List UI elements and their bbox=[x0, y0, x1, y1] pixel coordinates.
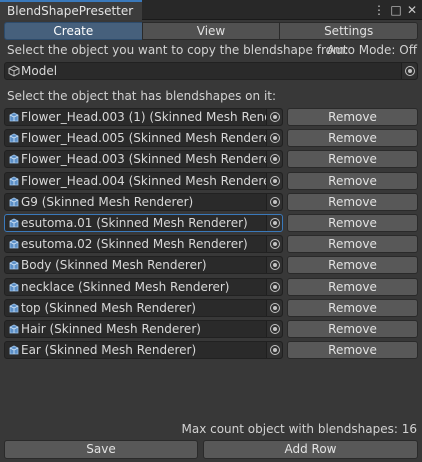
tab-create[interactable]: Create bbox=[4, 22, 143, 40]
object-picker-icon[interactable] bbox=[266, 236, 282, 253]
target-object-value: Hair (Skinned Mesh Renderer) bbox=[21, 321, 201, 336]
remove-button[interactable]: Remove bbox=[287, 277, 418, 296]
target-object-field[interactable]: G9 (Skinned Mesh Renderer) bbox=[4, 192, 283, 211]
target-object-field[interactable]: esutoma.01 (Skinned Mesh Renderer) bbox=[4, 213, 283, 232]
object-picker-icon[interactable] bbox=[266, 130, 282, 147]
target-row: Hair (Skinned Mesh Renderer) Remove bbox=[4, 319, 418, 341]
target-object-value: Flower_Head.005 (Skinned Mesh Renderer) bbox=[21, 131, 267, 146]
targets-prompt-label: Select the object that has blendshapes o… bbox=[7, 89, 277, 103]
target-row: necklace (Skinned Mesh Renderer) Remove bbox=[4, 277, 418, 299]
target-object-value: necklace (Skinned Mesh Renderer) bbox=[21, 279, 230, 294]
target-row: G9 (Skinned Mesh Renderer) Remove bbox=[4, 192, 418, 214]
max-count-label: Max count object with blendshapes: 16 bbox=[181, 422, 417, 436]
object-picker-icon[interactable] bbox=[266, 172, 282, 189]
target-object-value: esutoma.02 (Skinned Mesh Renderer) bbox=[21, 237, 248, 252]
target-object-value: Body (Skinned Mesh Renderer) bbox=[21, 258, 207, 273]
object-picker-icon[interactable] bbox=[266, 214, 282, 231]
skinned-mesh-renderer-icon bbox=[9, 112, 19, 122]
target-row: Flower_Head.003 (Skinned Mesh Renderer) R… bbox=[4, 150, 418, 171]
object-picker-icon[interactable] bbox=[266, 193, 282, 210]
more-options-icon[interactable]: ⋮ bbox=[372, 1, 386, 19]
target-row: Flower_Head.004 (Skinned Mesh Renderer) R… bbox=[4, 171, 418, 193]
skinned-mesh-renderer-icon bbox=[9, 154, 19, 164]
skinned-mesh-renderer-icon bbox=[9, 303, 19, 313]
skinned-mesh-renderer-icon bbox=[9, 345, 19, 355]
skinned-mesh-renderer-icon bbox=[9, 260, 19, 270]
target-row: top (Skinned Mesh Renderer) Remove bbox=[4, 298, 418, 320]
tab-settings[interactable]: Settings bbox=[279, 22, 419, 40]
source-object-value: Model bbox=[21, 64, 58, 78]
remove-button[interactable]: Remove bbox=[287, 235, 418, 254]
close-icon[interactable]: ✕ bbox=[405, 1, 419, 19]
target-object-field[interactable]: Flower_Head.004 (Skinned Mesh Renderer) bbox=[4, 171, 283, 190]
target-object-field[interactable]: Flower_Head.005 (Skinned Mesh Renderer) bbox=[4, 129, 283, 148]
gameobject-icon bbox=[8, 65, 20, 77]
target-row: Body (Skinned Mesh Renderer) Remove bbox=[4, 256, 418, 277]
skinned-mesh-renderer-icon bbox=[9, 218, 19, 228]
target-object-field[interactable]: Flower_Head.003 (1) (Skinned Mesh Render… bbox=[4, 108, 283, 126]
target-object-value: top (Skinned Mesh Renderer) bbox=[21, 300, 196, 315]
target-object-value: Flower_Head.003 (Skinned Mesh Renderer) bbox=[21, 152, 267, 167]
maximize-icon[interactable]: □ bbox=[389, 1, 403, 19]
window-title: BlendShapePresetter bbox=[7, 4, 134, 18]
remove-button[interactable]: Remove bbox=[287, 129, 418, 148]
object-picker-icon[interactable] bbox=[266, 151, 282, 168]
source-prompt-label: Select the object you want to copy the b… bbox=[7, 43, 349, 57]
target-row: Ear (Skinned Mesh Renderer) Remove bbox=[4, 341, 418, 362]
target-row: esutoma.01 (Skinned Mesh Renderer) Remove bbox=[4, 213, 418, 235]
skinned-mesh-renderer-icon bbox=[9, 324, 19, 334]
window-titlebar: BlendShapePresetter ⋮ □ ✕ bbox=[0, 0, 422, 20]
remove-button[interactable]: Remove bbox=[287, 213, 418, 232]
target-row: Flower_Head.003 (1) (Skinned Mesh Render… bbox=[4, 108, 418, 129]
target-row: Flower_Head.005 (Skinned Mesh Renderer) R… bbox=[4, 129, 418, 150]
skinned-mesh-renderer-icon bbox=[9, 239, 19, 249]
skinned-mesh-renderer-icon bbox=[9, 197, 19, 207]
target-object-field[interactable]: Ear (Skinned Mesh Renderer) bbox=[4, 341, 283, 360]
remove-button[interactable]: Remove bbox=[287, 150, 418, 169]
target-object-field[interactable]: top (Skinned Mesh Renderer) bbox=[4, 298, 283, 317]
tab-view[interactable]: View bbox=[141, 22, 281, 40]
object-picker-icon[interactable] bbox=[266, 320, 282, 337]
target-object-value: esutoma.01 (Skinned Mesh Renderer) bbox=[21, 215, 248, 230]
remove-button[interactable]: Remove bbox=[287, 171, 418, 190]
remove-button[interactable]: Remove bbox=[287, 192, 418, 211]
target-object-list: Flower_Head.003 (1) (Skinned Mesh Render… bbox=[4, 108, 418, 362]
target-row: esutoma.02 (Skinned Mesh Renderer) Remove bbox=[4, 235, 418, 256]
target-object-field[interactable]: Flower_Head.003 (Skinned Mesh Renderer) bbox=[4, 150, 283, 169]
object-picker-icon[interactable] bbox=[266, 342, 282, 359]
remove-button[interactable]: Remove bbox=[287, 298, 418, 317]
target-object-value: Flower_Head.004 (Skinned Mesh Renderer) bbox=[21, 173, 267, 188]
remove-button[interactable]: Remove bbox=[287, 108, 418, 126]
object-picker-icon[interactable] bbox=[266, 257, 282, 274]
target-object-value: Flower_Head.003 (1) (Skinned Mesh Render… bbox=[21, 110, 267, 124]
target-object-value: Ear (Skinned Mesh Renderer) bbox=[21, 343, 197, 358]
target-object-field[interactable]: necklace (Skinned Mesh Renderer) bbox=[4, 277, 283, 296]
auto-mode-label: Auto Mode: Off bbox=[327, 43, 417, 57]
toolbar-tabs: Create View Settings bbox=[4, 22, 419, 40]
source-object-field[interactable]: Model bbox=[4, 62, 418, 80]
skinned-mesh-renderer-icon bbox=[9, 282, 19, 291]
remove-button[interactable]: Remove bbox=[287, 319, 418, 338]
target-object-field[interactable]: esutoma.02 (Skinned Mesh Renderer) bbox=[4, 235, 283, 254]
remove-button[interactable]: Remove bbox=[287, 341, 418, 360]
save-button[interactable]: Save bbox=[4, 440, 198, 459]
target-object-field[interactable]: Hair (Skinned Mesh Renderer) bbox=[4, 319, 283, 338]
object-picker-icon[interactable] bbox=[401, 63, 417, 79]
remove-button[interactable]: Remove bbox=[287, 256, 418, 275]
object-picker-icon[interactable] bbox=[266, 109, 282, 125]
add-row-button[interactable]: Add Row bbox=[203, 440, 418, 459]
object-picker-icon[interactable] bbox=[266, 299, 282, 316]
object-picker-icon[interactable] bbox=[266, 278, 282, 295]
skinned-mesh-renderer-icon bbox=[9, 176, 19, 185]
target-object-field[interactable]: Body (Skinned Mesh Renderer) bbox=[4, 256, 283, 275]
target-object-value: G9 (Skinned Mesh Renderer) bbox=[21, 194, 194, 209]
skinned-mesh-renderer-icon bbox=[9, 133, 19, 143]
window-tab[interactable]: BlendShapePresetter bbox=[0, 0, 142, 20]
